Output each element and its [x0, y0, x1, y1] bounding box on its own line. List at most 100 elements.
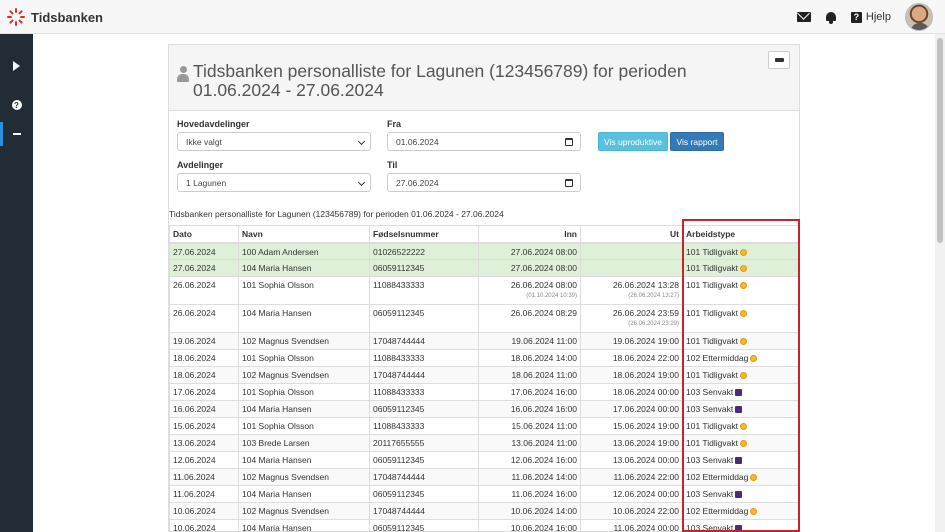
cell-ut: 13.06.2024 00:00	[580, 451, 683, 469]
cell-ut: 26.06.2024 13:28 (26.06.2024 13:27)	[580, 276, 683, 305]
cell-arbeidstype: 101 Tidligvakt	[682, 259, 800, 277]
cell-navn-text: 103 Brede Larsen	[242, 438, 310, 448]
cell-inn-text: 11.06.2024 14:00	[511, 472, 577, 482]
logo[interactable]: Tidsbanken	[7, 8, 103, 26]
cell-dato-text: 27.06.2024	[173, 263, 216, 273]
report-panel: Tidsbanken personalliste for Lagunen (12…	[168, 44, 800, 532]
moon-icon	[735, 457, 743, 464]
play-icon	[13, 61, 20, 71]
cell-inn: 12.06.2024 16:00	[478, 451, 581, 469]
cell-navn-text: 101 Sophia Olsson	[242, 280, 314, 290]
cell-navn: 101 Sophia Olsson	[238, 276, 370, 305]
cell-dato-text: 10.06.2024	[173, 506, 216, 516]
cell-navn: 104 Maria Hansen	[238, 485, 370, 503]
moon-icon	[735, 491, 743, 498]
col-fodselsnummer[interactable]: Fødselsnummer	[369, 225, 479, 244]
avdelinger-select[interactable]: 1 Lagunen	[177, 173, 371, 192]
cell-dato: 18.06.2024	[169, 366, 239, 384]
cell-ut: 13.06.2024 19:00	[580, 434, 683, 452]
table-row: 26.06.2024 101 Sophia Olsson 11088433333 26…	[169, 276, 800, 305]
sidebar-help-button[interactable]: ?	[0, 94, 33, 116]
table-row: 11.06.2024 102 Magnus Svendsen 17048744444…	[169, 468, 800, 486]
sidebar: ?	[0, 34, 33, 532]
notifications-button[interactable]	[825, 11, 837, 24]
cell-fodselsnummer-text: 06059112345	[373, 263, 425, 273]
calendar-icon[interactable]	[565, 179, 573, 187]
print-button[interactable]	[768, 51, 790, 69]
cell-inn-text: 16.06.2024 16:00	[510, 404, 577, 414]
logo-icon	[7, 8, 25, 26]
col-dato[interactable]: Dato	[169, 225, 239, 244]
cell-arbeidstype-text: 101 Tidligvakt	[686, 438, 738, 448]
cell-dato-text: 11.06.2024	[173, 472, 215, 482]
cell-arbeidstype: 103 Senvakt	[682, 485, 800, 503]
cell-inn-text: 26.06.2024 08:29	[510, 308, 577, 318]
vis-rapport-button[interactable]: Vis rapport	[670, 132, 724, 151]
cell-dato: 27.06.2024	[169, 259, 239, 277]
col-ut[interactable]: Ut	[580, 225, 683, 244]
cell-navn: 102 Magnus Svendsen	[238, 502, 370, 520]
cell-arbeidstype-text: 101 Tidligvakt	[686, 308, 738, 318]
sun-icon	[739, 338, 747, 345]
cell-arbeidstype: 103 Senvakt	[682, 519, 800, 532]
table-row: 13.06.2024 103 Brede Larsen 20117655555 13.…	[169, 434, 800, 452]
cell-fodselsnummer-text: 17048744444	[373, 336, 426, 346]
cell-dato-text: 11.06.2024	[173, 489, 215, 499]
cell-dato: 27.06.2024	[169, 242, 239, 260]
col-arbeidstype[interactable]: Arbeidstype	[682, 225, 800, 244]
sun-icon	[739, 440, 747, 447]
cell-arbeidstype-text: 102 Ettermiddag	[686, 506, 749, 516]
table-row: 18.06.2024 102 Magnus Svendsen 17048744444…	[169, 366, 800, 384]
cell-dato-text: 15.06.2024	[173, 421, 216, 431]
cell-inn-text: 18.06.2024 14:00	[510, 353, 577, 363]
messages-button[interactable]	[796, 12, 811, 22]
cell-ut: 11.06.2024 00:00	[580, 519, 683, 532]
cell-navn: 104 Maria Hansen	[238, 519, 370, 532]
cell-fodselsnummer: 06059112345	[369, 304, 479, 333]
scrollbar-thumb[interactable]	[937, 38, 943, 243]
cell-fodselsnummer: 11088433333	[369, 276, 479, 305]
cell-arbeidstype-text: 101 Tidligvakt	[686, 263, 738, 273]
help-button[interactable]: ? Hjelp	[850, 11, 891, 23]
cell-dato-text: 16.06.2024	[173, 404, 216, 414]
cell-dato: 26.06.2024	[169, 304, 239, 333]
cell-fodselsnummer-text: 17048744444	[373, 370, 426, 380]
cell-inn: 10.06.2024 16:00	[478, 519, 581, 532]
cell-fodselsnummer-text: 11088433333	[373, 280, 425, 290]
cell-navn: 104 Maria Hansen	[238, 451, 370, 469]
cell-navn-text: 104 Maria Hansen	[242, 455, 312, 465]
cell-arbeidstype: 103 Senvakt	[682, 451, 800, 469]
cell-dato: 16.06.2024	[169, 400, 239, 418]
vis-uproduktive-button[interactable]: Vis uproduktive	[598, 132, 668, 151]
calendar-icon[interactable]	[565, 138, 573, 146]
avatar[interactable]	[905, 3, 933, 31]
cell-arbeidstype: 101 Tidligvakt	[682, 304, 800, 333]
cell-navn-text: 104 Maria Hansen	[242, 308, 312, 318]
cell-ut: 18.06.2024 22:00	[580, 349, 683, 367]
til-date-input[interactable]: 27.06.2024	[387, 173, 581, 192]
cell-inn-text: 18.06.2024 11:00	[511, 370, 577, 380]
page-scrollbar[interactable]	[935, 34, 945, 532]
cell-ut: 17.06.2024 00:00	[580, 400, 683, 418]
cell-navn: 101 Sophia Olsson	[238, 383, 370, 401]
cell-dato: 10.06.2024	[169, 502, 239, 520]
cell-fodselsnummer: 17048744444	[369, 332, 479, 350]
cell-inn-text: 12.06.2024 16:00	[510, 455, 577, 465]
sidebar-expand-button[interactable]	[0, 55, 33, 77]
cell-inn-text: 15.06.2024 11:00	[511, 421, 577, 431]
cell-navn-text: 101 Sophia Olsson	[242, 421, 314, 431]
table-row: 12.06.2024 104 Maria Hansen 06059112345 12.…	[169, 451, 800, 469]
hovedavdelinger-select[interactable]: Ikke valgt	[177, 132, 371, 151]
user-icon	[177, 66, 189, 82]
panel-heading: Tidsbanken personalliste for Lagunen (12…	[169, 45, 799, 111]
col-navn[interactable]: Navn	[238, 225, 370, 244]
col-inn[interactable]: Inn	[478, 225, 581, 244]
cell-inn: 18.06.2024 11:00	[478, 366, 581, 384]
cell-navn: 103 Brede Larsen	[238, 434, 370, 452]
cell-inn-text: 19.06.2024 11:00	[511, 336, 577, 346]
cell-inn: 18.06.2024 14:00	[478, 349, 581, 367]
cell-inn: 10.06.2024 14:00	[478, 502, 581, 520]
sun-icon	[750, 508, 758, 515]
sidebar-collapse-button[interactable]	[0, 123, 33, 145]
fra-date-input[interactable]: 01.06.2024	[387, 132, 581, 151]
